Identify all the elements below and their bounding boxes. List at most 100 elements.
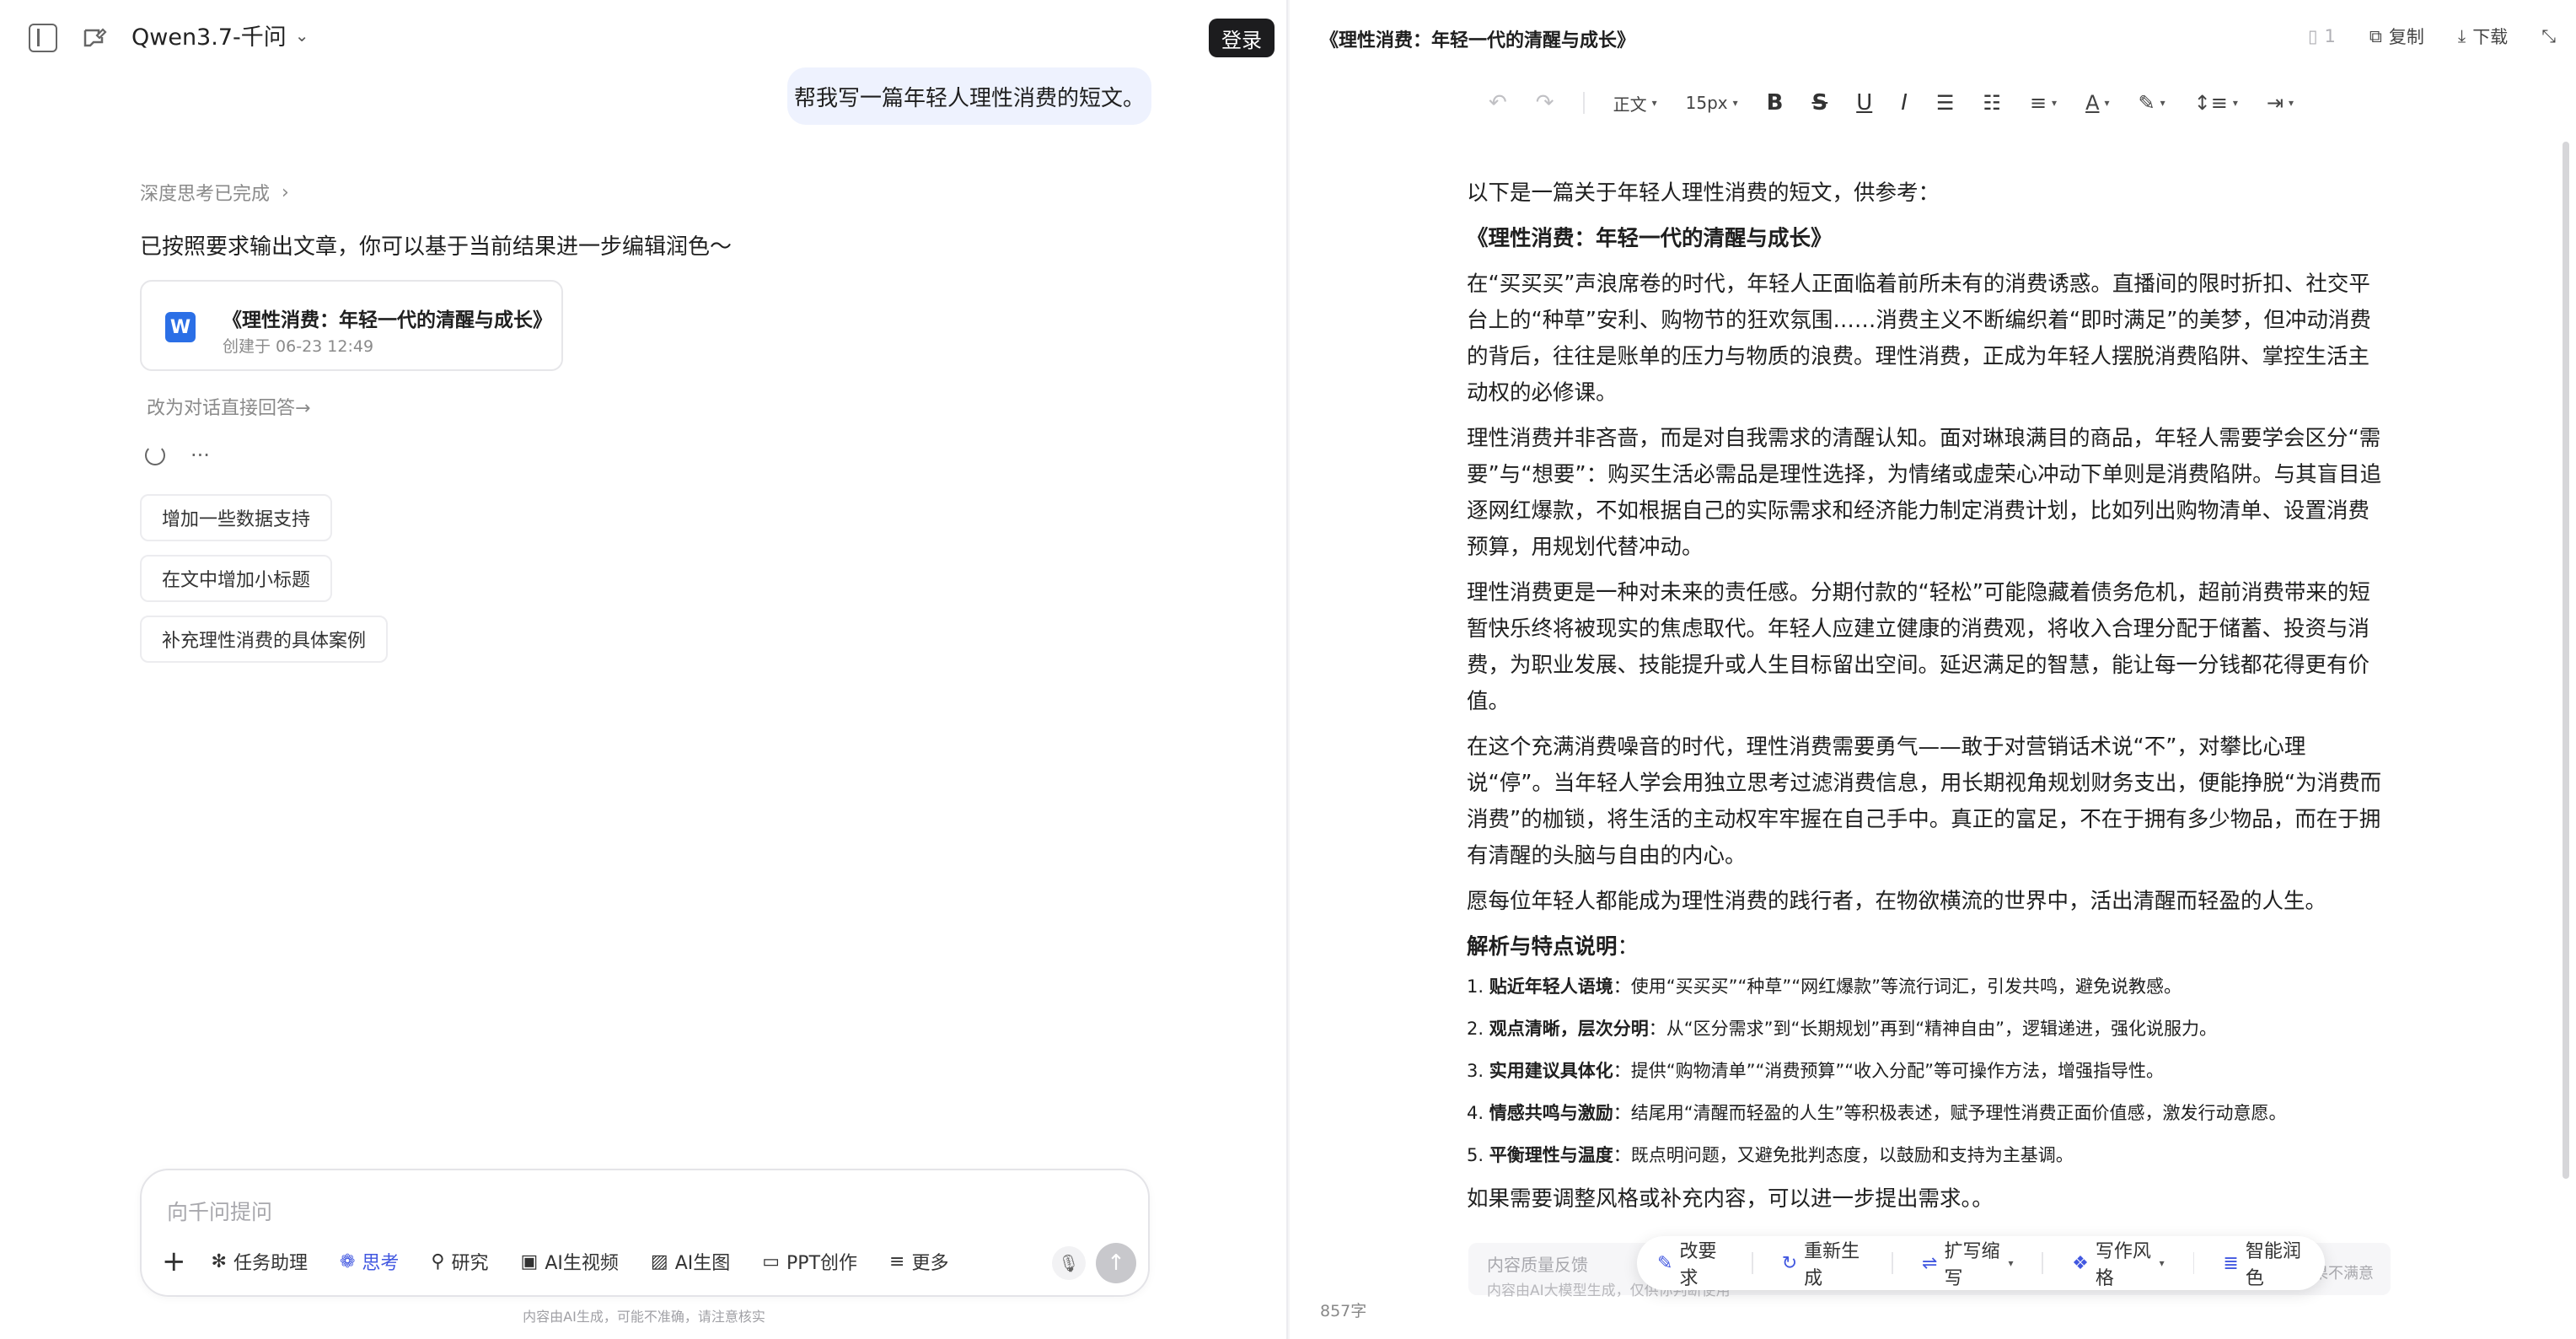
switch-to-chat-link[interactable]: 改为对话直接回答→ (147, 393, 310, 420)
login-button[interactable]: 登录 (1209, 19, 1275, 57)
new-chat-icon[interactable] (78, 22, 111, 54)
composer-input[interactable]: 向千问提问 (167, 1196, 272, 1226)
font-size-select[interactable]: 15px ▾ (1686, 93, 1738, 113)
more-options-icon[interactable]: ··· (191, 444, 210, 467)
analysis-point: 5. 平衡理性与温度：既点明问题，又避免批判态度，以鼓励和支持为主基调。 (1467, 1134, 2385, 1176)
sidebar-toggle-icon[interactable] (29, 24, 57, 52)
word-doc-icon: W (165, 312, 196, 342)
document-card[interactable]: W 《理性消费：年轻一代的清醒与成长》 创建于 06-23 12:49 (140, 280, 563, 371)
more-tools-button[interactable]: ≡ 更多 (889, 1248, 948, 1275)
document-scrollbar[interactable] (2563, 142, 2569, 1179)
word-count: 857字 (1320, 1302, 1367, 1320)
document-paragraph: 愿每位年轻人都能成为理性消费的践行者，在物欲横流的世界中，活出清醒而轻盈的人生。 (1467, 889, 2327, 914)
assistant-reply: 已按照要求输出文章，你可以基于当前结果进一步编辑润色～ (140, 234, 733, 260)
video-icon: ▣ (520, 1250, 539, 1272)
send-button[interactable]: ↑ (1096, 1243, 1136, 1283)
download-button[interactable]: ⤓ 下载 (2458, 24, 2508, 49)
font-color-select[interactable]: A ▾ (2085, 91, 2109, 115)
point-key: 观点清晰，层次分明 (1489, 1019, 1649, 1039)
message-actions: ··· (145, 444, 210, 467)
regenerate-button[interactable]: ↻ 重新生成 (1782, 1236, 1864, 1290)
bullet-list-icon[interactable]: ☰ (1936, 91, 1955, 115)
caret-down-icon: ▾ (1651, 97, 1657, 109)
copy-button[interactable]: ⧉ 复制 (2369, 24, 2424, 49)
analysis-title-text: 解析与特点说明 (1467, 934, 1618, 960)
research-button[interactable]: ⚲ 研究 (431, 1248, 488, 1275)
image-icon: ▨ (650, 1250, 668, 1272)
indent-select[interactable]: ⇥ ▾ (2267, 91, 2294, 115)
revise-request-button[interactable]: ✎ 改要求 (1657, 1236, 1723, 1290)
point-key: 情感共鸣与激励 (1489, 1103, 1613, 1123)
align-select[interactable]: ≡ ▾ (2030, 91, 2057, 115)
document-body[interactable]: 以下是一篇关于年轻人理性消费的短文，供参考： 《理性消费：年轻一代的清醒与成长》… (1467, 175, 2385, 1227)
line-spacing-select[interactable]: ↕≡ ▾ (2194, 91, 2238, 115)
chevron-right-icon: › (282, 181, 289, 203)
style-icon: ❖ (2072, 1252, 2089, 1274)
chat-pane: Qwen3.7-千问 ⌄ 登录 帮我写一篇年轻人理性消费的短文。 深度思考已完成… (0, 0, 1288, 1339)
caret-down-icon: ▾ (2008, 1257, 2014, 1269)
ppt-button[interactable]: ▭ PPT创作 (762, 1248, 857, 1275)
arrow-up-icon: ↑ (1107, 1250, 1125, 1276)
document-closing: 如果需要调整风格或补充内容，可以进一步提出需求。。 (1467, 1186, 1994, 1212)
document-paragraph: 在“买买买”声浪席卷的时代，年轻人正面临着前所未有的消费诱惑。直播间的限时折扣、… (1467, 272, 2371, 406)
smart-polish-button[interactable]: ≣ 智能润色 (2223, 1236, 2305, 1290)
ppt-icon: ▭ (762, 1250, 781, 1272)
task-assistant-button[interactable]: ✻ 任务助理 (212, 1248, 308, 1275)
point-key: 实用建议具体化 (1489, 1061, 1613, 1081)
point-value: ：既点明问题，又避免批判态度，以鼓励和支持为主基调。 (1613, 1145, 2074, 1165)
underline-icon[interactable]: U (1856, 90, 1872, 116)
redo-icon[interactable]: ↷ (1536, 90, 1554, 116)
toolbar-divider (1752, 1252, 1753, 1274)
composer-tools: + ✻ 任务助理 ❁ 思考 ⚲ 研究 ▣ AI生视频 ▨ AI生图 ▭ PPT创作 ≡ 更多 (162, 1245, 948, 1278)
point-number: 1. (1467, 976, 1489, 997)
caret-down-icon: ▾ (2160, 97, 2165, 109)
ai-video-button[interactable]: ▣ AI生视频 (521, 1248, 619, 1275)
italic-icon[interactable]: I (1901, 90, 1908, 116)
document-card-date: 创建于 06-23 12:49 (223, 337, 374, 356)
toolbar-divider (2042, 1252, 2044, 1274)
collapse-icon[interactable]: ⤡ (2541, 26, 2556, 47)
plus-icon[interactable]: + (162, 1245, 186, 1278)
suggestion-chip[interactable]: 增加一些数据支持 (140, 494, 333, 541)
writing-style-button[interactable]: ❖ 写作风格 ▾ (2072, 1236, 2165, 1290)
analysis-point: 4. 情感共鸣与激励：结尾用“清醒而轻盈的人生”等积极表述，赋予理性消费正面价值… (1467, 1092, 2385, 1134)
version-indicator[interactable]: ▯ 1 (2308, 26, 2336, 46)
suggestion-chip[interactable]: 在文中增加小标题 (140, 555, 333, 602)
highlight-select[interactable]: ✎ ▾ (2139, 91, 2165, 115)
edit-icon: ✎ (1657, 1252, 1673, 1274)
strikethrough-icon[interactable]: S (1811, 90, 1827, 116)
analysis-point: 1. 贴近年轻人语境：使用“买买买”“种草”“网红爆款”等流行词汇，引发共鸣，避… (1467, 965, 2385, 1008)
composer: 向千问提问 + ✻ 任务助理 ❁ 思考 ⚲ 研究 ▣ AI生视频 ▨ AI生图 ▭ PPT创… (140, 1169, 1150, 1297)
think-button[interactable]: ❁ 思考 (340, 1248, 399, 1275)
thinking-status-label: 深度思考已完成 (140, 184, 271, 205)
smart-polish-label: 智能润色 (2245, 1241, 2301, 1289)
bold-icon[interactable]: B (1767, 90, 1784, 116)
document-pane: 《理性消费：年轻一代的清醒与成长》 ▯ 1 ⧉ 复制 ⤓ 下载 ⤡ ↶ ↷ 正文 ▾ 1… (1290, 0, 2576, 1339)
undo-icon[interactable]: ↶ (1489, 90, 1507, 116)
research-icon: ⚲ (431, 1250, 445, 1272)
feedback-label[interactable]: 内容质量反馈 (1487, 1251, 1588, 1276)
caret-down-icon: ▾ (2104, 97, 2110, 109)
editor-toolbar: ↶ ↷ 正文 ▾ 15px ▾ B S U I ☰ ☷ ≡ ▾ A ▾ ✎ ▾ ↕≡ ▾ ⇥… (1489, 84, 2294, 121)
thinking-status[interactable]: 深度思考已完成 › (140, 179, 289, 206)
ai-image-button[interactable]: ▨ AI生图 (651, 1248, 730, 1275)
point-number: 5. (1467, 1145, 1489, 1165)
paragraph-style-select[interactable]: 正文 ▾ (1613, 91, 1657, 116)
task-assistant-label: 任务助理 (233, 1253, 308, 1274)
point-value: ：结尾用“清醒而轻盈的人生”等积极表述，赋予理性消费正面价值感，激发行动意愿。 (1613, 1103, 2287, 1123)
toolbar-divider (1892, 1252, 1894, 1274)
numbered-list-icon[interactable]: ☷ (1983, 91, 2001, 115)
writing-style-label: 写作风格 (2095, 1241, 2151, 1289)
regenerate-label: 重新生成 (1804, 1241, 1860, 1289)
expand-icon: ⇌ (1922, 1252, 1938, 1274)
microphone-icon[interactable]: 🎙 (1052, 1246, 1086, 1280)
toolbar-divider (1582, 92, 1585, 114)
menu-icon: ≡ (889, 1250, 905, 1272)
expand-shrink-button[interactable]: ⇌ 扩写缩写 ▾ (1922, 1236, 2013, 1290)
document-card-title: 《理性消费：年轻一代的清醒与成长》 (223, 309, 552, 331)
suggestion-chip[interactable]: 补充理性消费的具体案例 (140, 616, 389, 663)
more-tools-label: 更多 (911, 1253, 949, 1274)
model-selector[interactable]: Qwen3.7-千问 ⌄ (131, 19, 309, 51)
document-paragraph: 理性消费并非吝啬，而是对自我需求的清醒认知。面对琳琅满目的商品，年轻人需要学会区… (1467, 426, 2382, 560)
refresh-icon[interactable] (145, 445, 165, 465)
